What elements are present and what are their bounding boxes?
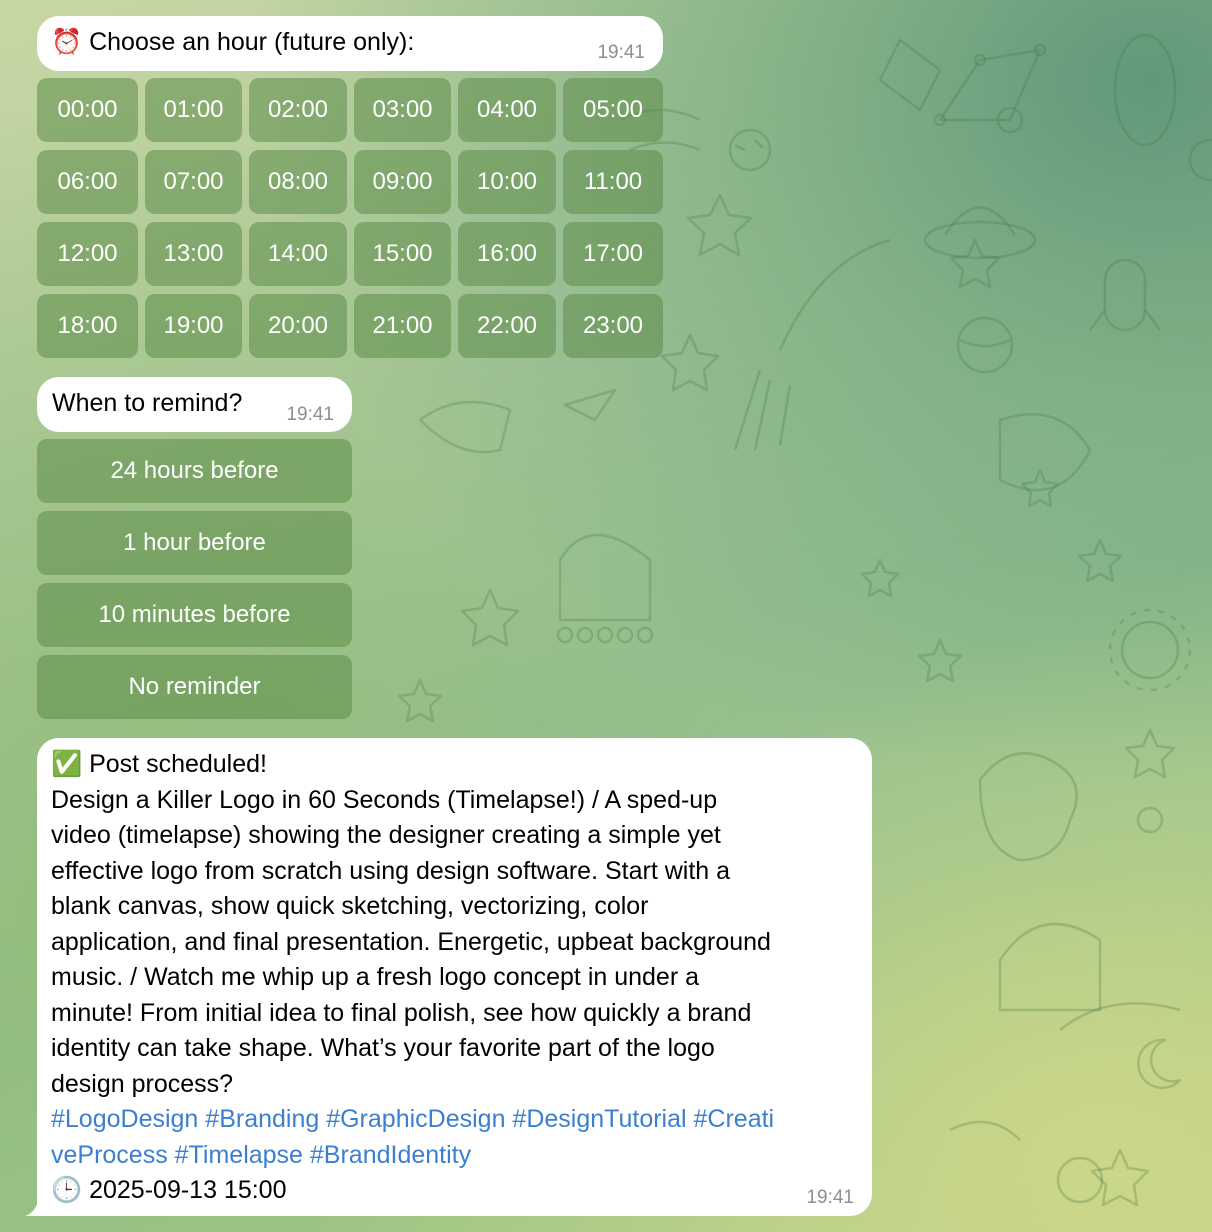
hour-button[interactable]: 07:00 — [145, 150, 242, 214]
body-line: identity can take shape. What’s your fav… — [51, 1034, 715, 1062]
hour-button[interactable]: 23:00 — [563, 294, 663, 358]
body-line: application, and final presentation. Ene… — [51, 927, 771, 956]
remind-prompt-bubble: When to remind? 19:41 — [37, 377, 352, 432]
body-line: video (timelapse) showing the designer c… — [51, 821, 721, 849]
scheduled-date-line: 🕒 2025-09-13 15:00 — [51, 1173, 866, 1209]
remind-option-button[interactable]: 1 hour before — [37, 511, 352, 575]
message-timestamp: 19:41 — [286, 404, 334, 425]
hour-button[interactable]: 17:00 — [563, 222, 663, 286]
scheduled-title-line: ✅ Post scheduled! — [51, 747, 866, 783]
bubble-tail — [25, 1196, 45, 1216]
hour-button[interactable]: 19:00 — [145, 294, 242, 358]
message-timestamp: 19:41 — [806, 1187, 854, 1208]
hour-button[interactable]: 16:00 — [458, 222, 556, 286]
hour-button[interactable]: 06:00 — [37, 150, 138, 214]
check-mark-icon: ✅ — [51, 750, 83, 778]
hour-button[interactable]: 18:00 — [37, 294, 138, 358]
hour-button[interactable]: 10:00 — [458, 150, 556, 214]
hashtag-line[interactable]: veProcess #Timelapse #BrandIdentity — [51, 1138, 866, 1174]
hour-prompt-bubble: ⏰ Choose an hour (future only): 19:41 — [37, 16, 663, 71]
hour-button[interactable]: 12:00 — [37, 222, 138, 286]
body-line: effective logo from scratch using design… — [51, 856, 731, 885]
body-line: minute! From initial idea to final polis… — [51, 998, 752, 1027]
hour-prompt-text: ⏰ Choose an hour (future only): — [51, 25, 414, 61]
scheduled-post-content: ✅ Post scheduled! Design a Killer Logo i… — [51, 747, 866, 1209]
hour-button[interactable]: 05:00 — [563, 78, 663, 142]
body-line: blank canvas, show quick sketching, vect… — [51, 892, 649, 920]
hour-button[interactable]: 09:00 — [354, 150, 451, 214]
hour-button[interactable]: 03:00 — [354, 78, 451, 142]
alarm-clock-icon: ⏰ — [51, 28, 83, 56]
hashtag-line[interactable]: #LogoDesign #Branding #GraphicDesign #De… — [51, 1102, 866, 1138]
hour-button[interactable]: 13:00 — [145, 222, 242, 286]
clock-icon: 🕒 — [51, 1176, 83, 1204]
scheduled-post-bubble: ✅ Post scheduled! Design a Killer Logo i… — [37, 738, 872, 1216]
hour-button[interactable]: 20:00 — [249, 294, 347, 358]
message-timestamp: 19:41 — [597, 42, 645, 63]
hour-button[interactable]: 04:00 — [458, 78, 556, 142]
hour-button[interactable]: 21:00 — [354, 294, 451, 358]
hour-button[interactable]: 01:00 — [145, 78, 242, 142]
hour-button[interactable]: 14:00 — [249, 222, 347, 286]
remind-prompt-text: When to remind? — [52, 389, 243, 417]
hour-button[interactable]: 11:00 — [563, 150, 663, 214]
hour-button[interactable]: 08:00 — [249, 150, 347, 214]
remind-option-button[interactable]: No reminder — [37, 655, 352, 719]
hashtag-links[interactable]: #LogoDesign #Branding #GraphicDesign #De… — [51, 1102, 866, 1173]
body-line: design process? — [51, 1069, 234, 1098]
remind-option-button[interactable]: 24 hours before — [37, 439, 352, 503]
scheduled-body: Design a Killer Logo in 60 Seconds (Time… — [51, 783, 866, 1103]
hour-prompt-label: Choose an hour (future only): — [89, 28, 415, 56]
scheduled-date: 2025-09-13 15:00 — [89, 1176, 287, 1204]
remind-option-button[interactable]: 10 minutes before — [37, 583, 352, 647]
hour-button[interactable]: 00:00 — [37, 78, 138, 142]
hour-button[interactable]: 15:00 — [354, 222, 451, 286]
hour-button[interactable]: 22:00 — [458, 294, 556, 358]
body-line: music. / Watch me whip up a fresh logo c… — [51, 963, 700, 991]
body-line: Design a Killer Logo in 60 Seconds (Time… — [51, 785, 718, 814]
hour-button[interactable]: 02:00 — [249, 78, 347, 142]
scheduled-title: Post scheduled! — [89, 750, 267, 778]
